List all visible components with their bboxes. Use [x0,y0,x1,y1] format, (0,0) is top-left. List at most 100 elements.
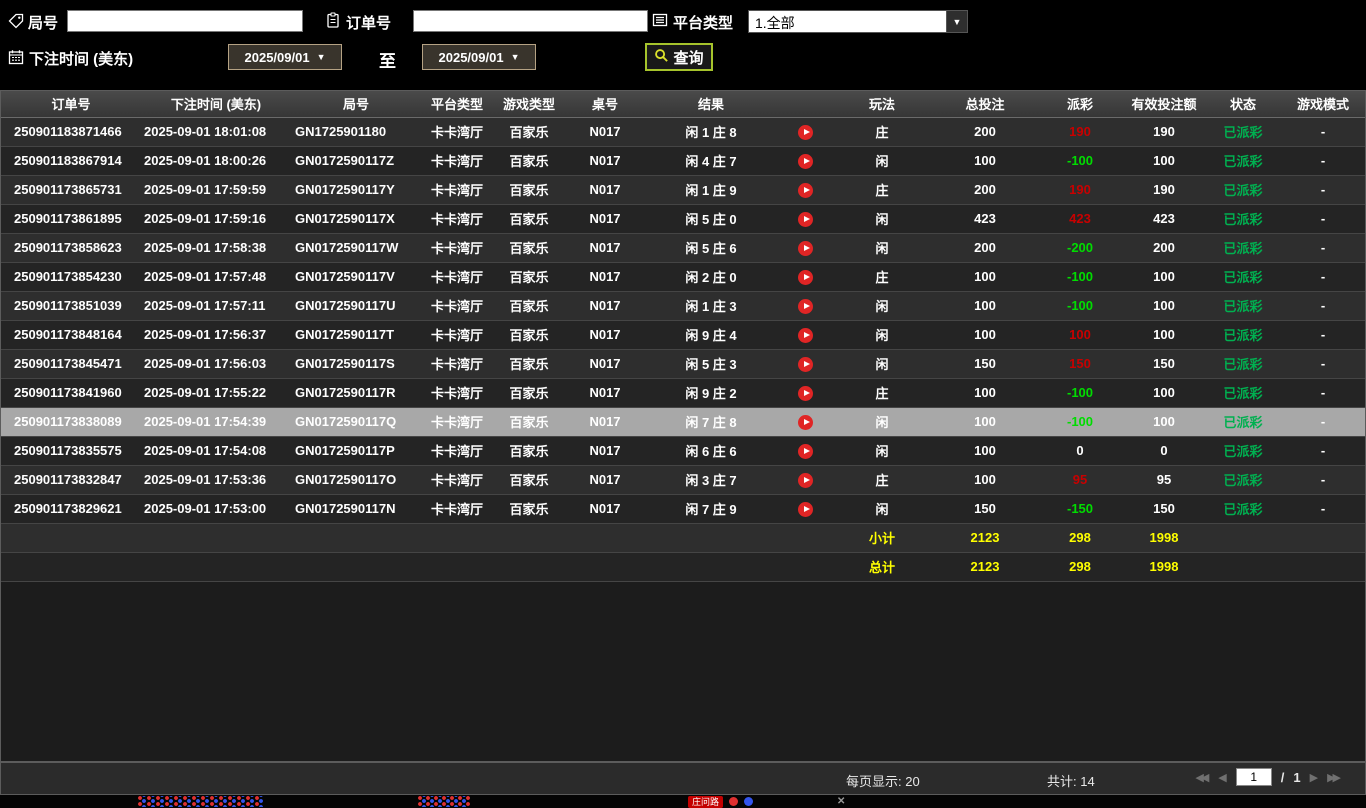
cell-order: 250901173858623 [1,233,141,263]
replay-icon[interactable] [797,124,813,140]
cell-play: 庄 [833,465,931,495]
cell-total: 2123 [931,523,1039,553]
table-row[interactable]: 250901173851039 2025-09-01 17:57:11 GN0172… [1,291,1365,321]
replay-icon[interactable] [797,385,813,401]
cell-platform: 卡卡湾厅 [421,175,493,205]
table-row[interactable]: 250901173865731 2025-09-01 17:59:59 GN0172… [1,175,1365,205]
table-row[interactable]: 250901183867914 2025-09-01 18:00:26 GN0172… [1,146,1365,176]
replay-icon[interactable] [797,211,813,227]
cell-order: 250901173841960 [1,378,141,408]
cell-round: GN0172590117O [291,465,421,495]
table-row[interactable]: 250901173838089 2025-09-01 17:54:39 GN0172… [1,407,1365,437]
replay-icon[interactable] [797,472,813,488]
chevron-down-icon: ▼ [510,51,520,62]
cell-payout: -100 [1039,146,1121,176]
date-to-value: 2025/09/01 [438,49,504,65]
cell-game: 百家乐 [493,349,565,379]
last-page-button[interactable]: ▶▶ [1327,771,1341,784]
first-page-button[interactable]: ◀◀ [1195,771,1209,784]
cell-game: 百家乐 [493,494,565,524]
cell-platform: 卡卡湾厅 [421,320,493,350]
cell-game: 百家乐 [493,320,565,350]
table-row[interactable]: 250901183871466 2025-09-01 18:01:08 GN1725… [1,117,1365,147]
page-separator: / [1280,769,1285,785]
cell-time: 2025-09-01 17:53:36 [141,465,291,495]
cell-status: 已派彩 [1207,262,1279,292]
cell-valid: 423 [1121,204,1207,234]
replay-icon[interactable] [797,356,813,372]
cell-mode: - [1279,436,1365,466]
cell-status: 已派彩 [1207,291,1279,321]
next-page-button[interactable]: ▶ [1310,771,1318,784]
table-row[interactable]: 250901173845471 2025-09-01 17:56:03 GN0172… [1,349,1365,379]
table-row[interactable]: 250901173854230 2025-09-01 17:57:48 GN0172… [1,262,1365,292]
column-header: 状态 [1207,91,1279,118]
cell-play: 小计 [833,523,931,553]
cell-round: GN0172590117Z [291,146,421,176]
table-row[interactable]: 250901173832847 2025-09-01 17:53:36 GN0172… [1,465,1365,495]
column-header: 游戏类型 [493,91,565,118]
order-number-input[interactable] [413,10,648,32]
table-row[interactable]: 250901173841960 2025-09-01 17:55:22 GN0172… [1,378,1365,408]
cell-play: 闲 [833,204,931,234]
cell-table: N017 [565,146,645,176]
cell-play: 闲 [833,407,931,437]
cell-time [141,552,291,582]
replay-icon[interactable] [797,298,813,314]
cell-platform: 卡卡湾厅 [421,349,493,379]
cell-order: 250901173835575 [1,436,141,466]
cell-table: N017 [565,117,645,147]
replay-icon[interactable] [797,414,813,430]
date-to-button[interactable]: 2025/09/01 ▼ [422,44,536,70]
cell-mode: - [1279,349,1365,379]
table-row[interactable]: 250901173829621 2025-09-01 17:53:00 GN0172… [1,494,1365,524]
cell-payout: -100 [1039,262,1121,292]
page-number-input[interactable] [1235,768,1272,786]
cell-payout: 190 [1039,117,1121,147]
table-row[interactable]: 250901173848164 2025-09-01 17:56:37 GN0172… [1,320,1365,350]
cell-status: 已派彩 [1207,349,1279,379]
prev-page-button[interactable]: ◀ [1218,771,1226,784]
replay-icon[interactable] [797,327,813,343]
replay-icon[interactable] [797,501,813,517]
cell-valid: 190 [1121,117,1207,147]
cell-icon [777,552,833,582]
cell-order: 250901173861895 [1,204,141,234]
replay-icon[interactable] [797,240,813,256]
cell-result: 闲 9 庄 4 [645,320,777,350]
replay-icon[interactable] [797,182,813,198]
table-row[interactable]: 250901173835575 2025-09-01 17:54:08 GN0172… [1,436,1365,466]
cell-payout: -150 [1039,494,1121,524]
cell-platform: 卡卡湾厅 [421,233,493,263]
replay-icon[interactable] [797,269,813,285]
cell-round: GN0172590117X [291,204,421,234]
cell-payout: -100 [1039,407,1121,437]
bet-time-label: 下注时间 (美东) [29,51,134,68]
search-button[interactable]: 查询 [645,43,713,71]
replay-icon[interactable] [797,443,813,459]
cell-mode: - [1279,494,1365,524]
table-row[interactable]: 250901173861895 2025-09-01 17:59:16 GN0172… [1,204,1365,234]
table-row[interactable]: 250901173858623 2025-09-01 17:58:38 GN0172… [1,233,1365,263]
cell-valid: 100 [1121,320,1207,350]
platform-type-value: 1.全部 [755,15,795,31]
cell-payout: 100 [1039,320,1121,350]
cell-valid: 150 [1121,349,1207,379]
column-header: 总投注 [931,91,1039,118]
column-header: 局号 [291,91,421,118]
roadmap-fragment [418,796,470,807]
cell-status: 已派彩 [1207,117,1279,147]
cell-time: 2025-09-01 18:01:08 [141,117,291,147]
column-header: 桌号 [565,91,645,118]
date-from-button[interactable]: 2025/09/01 ▼ [228,44,342,70]
cell-result: 闲 7 庄 9 [645,494,777,524]
cell-mode: - [1279,465,1365,495]
platform-type-select[interactable]: 1.全部 ▼ [748,10,968,33]
order-number-icon [325,12,341,28]
cell-valid: 200 [1121,233,1207,263]
cell-icon [777,146,833,176]
orders-table-panel: 订单号 下注时间 (美东) 局号 平台类型 游戏类型 桌号 结果 玩法 总投注 派彩 有效投注额 状态… [0,90,1366,762]
cell-payout: 150 [1039,349,1121,379]
replay-icon[interactable] [797,153,813,169]
round-number-input[interactable] [67,10,303,32]
